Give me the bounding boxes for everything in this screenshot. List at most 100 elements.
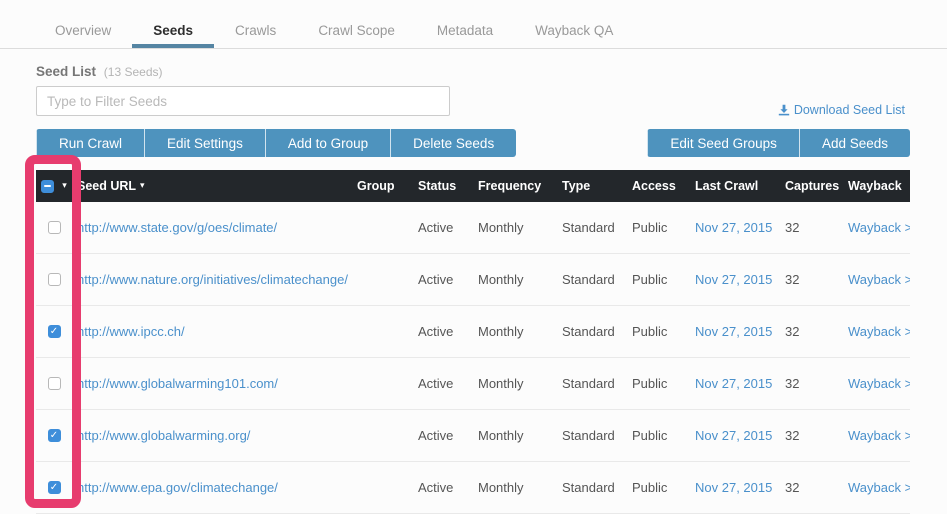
wayback-link[interactable]: Wayback > xyxy=(848,428,910,443)
frequency-cell: Monthly xyxy=(473,324,557,339)
last-crawl-link[interactable]: Nov 27, 2015 xyxy=(695,220,772,235)
status-value: Active xyxy=(418,480,453,495)
frequency-cell: Monthly xyxy=(473,272,557,287)
table-row: http://www.globalwarming101.com/ Active … xyxy=(36,358,910,410)
column-header[interactable]: Seed URL ▾ ⚙⚙ xyxy=(72,179,352,193)
frequency-value: Monthly xyxy=(478,480,524,495)
column-header[interactable]: Frequency ▾ ⚙⚙ xyxy=(473,179,557,193)
status-cell: Active xyxy=(413,220,473,235)
column-header[interactable]: Wayback ▾ ⚙⚙ xyxy=(843,179,910,193)
access-cell: Public xyxy=(627,480,690,495)
wayback-link[interactable]: Wayback > xyxy=(848,272,910,287)
download-link-label: Download Seed List xyxy=(794,103,905,117)
column-header-label: Frequency xyxy=(478,179,541,193)
wayback-link[interactable]: Wayback > xyxy=(848,220,910,235)
access-cell: Public xyxy=(627,428,690,443)
frequency-value: Monthly xyxy=(478,324,524,339)
seed-action-button[interactable]: Add to Group xyxy=(265,129,390,157)
table-header-row: ▾ Seed URL ▾ ⚙⚙ Group ▾ ⚙⚙ Status ▾ ⚙⚙ F… xyxy=(36,170,910,202)
last-crawl-link[interactable]: Nov 27, 2015 xyxy=(695,272,772,287)
last-crawl-link[interactable]: Nov 27, 2015 xyxy=(695,376,772,391)
captures-value: 32 xyxy=(785,376,799,391)
type-cell: Standard xyxy=(557,428,627,443)
select-dropdown-caret-icon[interactable]: ▾ xyxy=(62,181,67,191)
type-value: Standard xyxy=(562,324,615,339)
table-row: http://www.state.gov/g/oes/climate/ Acti… xyxy=(36,202,910,254)
wayback-link[interactable]: Wayback > xyxy=(848,324,910,339)
seed-url-link[interactable]: http://www.epa.gov/climatechange/ xyxy=(77,480,278,495)
seed-filter-input[interactable] xyxy=(36,86,450,116)
group-action-button[interactable]: Add Seeds xyxy=(799,129,910,157)
column-header[interactable]: Status ▾ ⚙⚙ xyxy=(413,179,473,193)
seed-url-cell: http://www.state.gov/g/oes/climate/ xyxy=(72,220,352,235)
seed-url-link[interactable]: http://www.globalwarming101.com/ xyxy=(77,376,278,391)
select-all-checkbox[interactable] xyxy=(41,180,54,193)
seed-table: ▾ Seed URL ▾ ⚙⚙ Group ▾ ⚙⚙ Status ▾ ⚙⚙ F… xyxy=(36,170,910,514)
tab[interactable]: Wayback QA xyxy=(514,14,634,48)
last-crawl-link[interactable]: Nov 27, 2015 xyxy=(695,324,772,339)
captures-cell: 32 xyxy=(780,428,843,443)
column-header-label: Last Crawl xyxy=(695,179,758,193)
column-header[interactable]: Last Crawl ▾ ⚙⚙ xyxy=(690,179,780,193)
row-checkbox[interactable] xyxy=(48,221,61,234)
last-crawl-cell: Nov 27, 2015 xyxy=(690,324,780,339)
tab[interactable]: Overview xyxy=(34,14,132,48)
frequency-value: Monthly xyxy=(478,220,524,235)
header-select-all-cell: ▾ xyxy=(36,180,72,193)
frequency-cell: Monthly xyxy=(473,480,557,495)
row-checkbox-cell xyxy=(36,273,72,286)
seed-list-title: Seed List xyxy=(36,64,96,79)
wayback-link[interactable]: Wayback > xyxy=(848,376,910,391)
last-crawl-link[interactable]: Nov 27, 2015 xyxy=(695,480,772,495)
row-checkbox-cell xyxy=(36,325,72,338)
tab[interactable]: Crawls xyxy=(214,14,297,48)
wayback-cell: Wayback > xyxy=(843,480,910,495)
seed-action-button[interactable]: Run Crawl xyxy=(36,129,144,157)
seed-url-link[interactable]: http://www.ipcc.ch/ xyxy=(77,324,185,339)
seed-url-link[interactable]: http://www.nature.org/initiatives/climat… xyxy=(77,272,348,287)
column-header[interactable]: Captures ▾ ⚙⚙ xyxy=(780,179,843,193)
seed-url-cell: http://www.globalwarming101.com/ xyxy=(72,376,352,391)
row-checkbox[interactable] xyxy=(48,481,61,494)
tab[interactable]: Metadata xyxy=(416,14,514,48)
tab[interactable]: Crawl Scope xyxy=(297,14,416,48)
last-crawl-link[interactable]: Nov 27, 2015 xyxy=(695,428,772,443)
seed-url-link[interactable]: http://www.globalwarming.org/ xyxy=(77,428,250,443)
type-cell: Standard xyxy=(557,272,627,287)
status-cell: Active xyxy=(413,480,473,495)
captures-value: 32 xyxy=(785,480,799,495)
column-header[interactable]: Group ▾ ⚙⚙ xyxy=(352,179,413,193)
row-checkbox[interactable] xyxy=(48,429,61,442)
column-header[interactable]: Access ▾ ⚙⚙ xyxy=(627,179,690,193)
table-row: http://www.globalwarming.org/ Active Mon… xyxy=(36,410,910,462)
column-header-label: Type xyxy=(562,179,590,193)
status-cell: Active xyxy=(413,272,473,287)
download-seed-list-link[interactable]: Download Seed List xyxy=(778,103,905,117)
row-checkbox[interactable] xyxy=(48,377,61,390)
wayback-cell: Wayback > xyxy=(843,376,910,391)
seed-action-button[interactable]: Edit Settings xyxy=(144,129,265,157)
status-cell: Active xyxy=(413,428,473,443)
toolbar: Run Crawl Edit Settings Add to Group Del… xyxy=(36,129,910,157)
access-cell: Public xyxy=(627,376,690,391)
table-row: http://www.nature.org/initiatives/climat… xyxy=(36,254,910,306)
wayback-link[interactable]: Wayback > xyxy=(848,480,910,495)
row-checkbox[interactable] xyxy=(48,273,61,286)
type-value: Standard xyxy=(562,480,615,495)
tab[interactable]: Seeds xyxy=(132,14,214,48)
frequency-cell: Monthly xyxy=(473,376,557,391)
wayback-cell: Wayback > xyxy=(843,272,910,287)
column-header[interactable]: Type ▾ ⚙⚙ xyxy=(557,179,627,193)
access-cell: Public xyxy=(627,220,690,235)
group-action-button[interactable]: Edit Seed Groups xyxy=(647,129,799,157)
access-value: Public xyxy=(632,428,667,443)
last-crawl-cell: Nov 27, 2015 xyxy=(690,480,780,495)
row-checkbox[interactable] xyxy=(48,325,61,338)
status-value: Active xyxy=(418,272,453,287)
seed-action-button[interactable]: Delete Seeds xyxy=(390,129,516,157)
seed-url-link[interactable]: http://www.state.gov/g/oes/climate/ xyxy=(77,220,277,235)
column-header-label: Group xyxy=(357,179,395,193)
captures-cell: 32 xyxy=(780,272,843,287)
column-header-label: Access xyxy=(632,179,676,193)
row-checkbox-cell xyxy=(36,481,72,494)
